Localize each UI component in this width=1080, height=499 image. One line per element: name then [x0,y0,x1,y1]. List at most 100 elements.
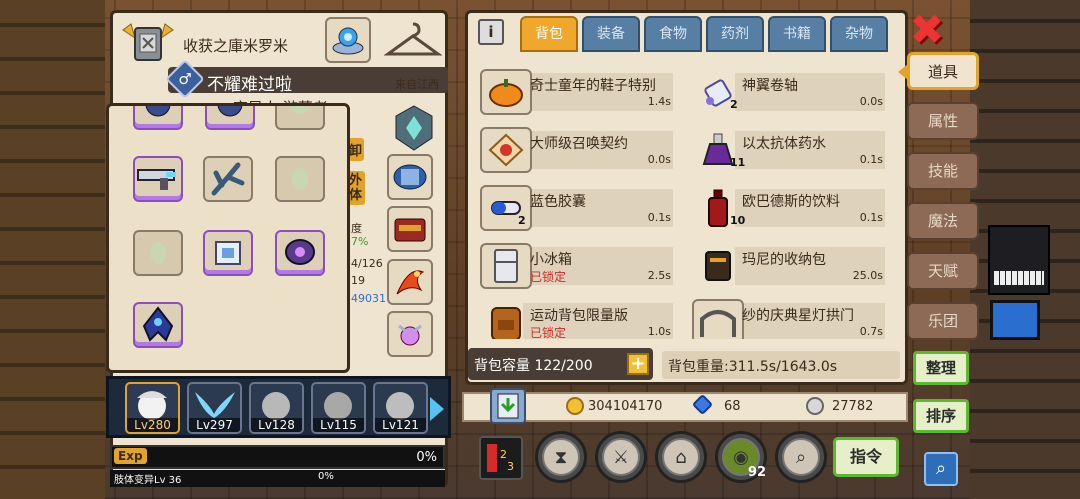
character-card-4[interactable]: Lv115 [311,382,366,434]
silver-amount: 27782 [832,399,874,414]
tab-bag[interactable]: 背包 [520,16,578,52]
diamond-amount: 68 [724,399,741,414]
exp-bar: Exp 0% [110,445,445,469]
item-time: 0.0s [647,153,671,166]
item-slot[interactable]: 11 以太抗体药水 0.1s [680,123,886,173]
backpack-slot[interactable] [387,206,433,252]
character-level: Lv121 [375,418,426,432]
gourd-bag-count: 92 [748,465,767,480]
bag-weight-label: 背包重量:311.5s/1643.0s [668,359,838,375]
item-name: 奇士童年的鞋子特别 [530,78,656,94]
phoenix-slot[interactable] [387,259,433,305]
item-name: 蓝色胶囊 [530,194,586,210]
next-character-arrow-icon[interactable] [430,397,444,421]
star-arch-icon [692,299,744,339]
item-locked-label: 已锁定 [530,270,567,284]
character-selector: Lv280 Lv297 Lv128 Lv115 Lv121 [106,376,451,438]
partial-stat-5: 49031 [351,292,386,305]
empty-slot-1[interactable] [275,156,325,202]
tab-equipment[interactable]: 装备 [582,16,640,52]
expand-bag-button[interactable]: + [627,353,649,375]
item-time: 1.0s [647,325,671,338]
tab-potions[interactable]: 药剂 [706,16,764,52]
fairy-pet-slot[interactable] [387,311,433,357]
item-slot[interactable]: 运动背包限量版 已锁定 1.0s [468,295,674,339]
armor-slot[interactable] [387,154,433,200]
search-magnifier-button[interactable]: ⌕ [775,431,827,483]
bag-capacity: 背包容量 122/200 + [468,348,653,380]
item-count: 10 [730,214,746,227]
pumpkin-shoes-icon [480,69,532,115]
tab-misc[interactable]: 杂物 [830,16,888,52]
blue-claw-slot[interactable] [133,302,183,348]
branch-slot[interactable] [203,156,253,202]
search-icon[interactable]: ⌕ [924,452,958,486]
item-name: 神翼卷轴 [742,78,798,94]
item-slot[interactable]: 10 欧巴德斯的饮料 0.1s [680,181,886,231]
summon-contract-icon [480,127,532,173]
organize-button[interactable]: 整理 [913,351,969,385]
item-slot[interactable]: 2 蓝色胶囊 0.1s [468,181,674,231]
gear-slot-3[interactable] [275,106,325,130]
character-card-3[interactable]: Lv128 [249,382,304,434]
character-card-1[interactable]: Lv280 [125,382,180,434]
inventory-panel: i 背包 装备 食物 药剂 书籍 杂物 奇士童年的鞋子特别 1.4s 2 神翼卷… [465,10,908,385]
item-slot[interactable]: 玛尼的收纳包 25.0s [680,239,886,289]
item-name: 小冰箱 [530,252,572,268]
portal-icon[interactable] [325,17,371,63]
shop-icon: ⌂ [662,438,700,476]
side-tab-band[interactable]: 乐团 [907,302,979,340]
side-tab-talent[interactable]: 天赋 [907,252,979,290]
shop-button[interactable]: ⌂ [655,431,707,483]
storage-deposit-icon[interactable] [490,388,526,424]
close-icon[interactable]: ✖ [908,9,946,51]
command-button[interactable]: 指令 [833,437,899,477]
info-button[interactable]: i [478,19,504,45]
character-level: Lv280 [127,418,178,432]
gun-slot[interactable] [133,156,183,202]
exp-tag: Exp [114,448,147,464]
character-level: Lv115 [313,418,364,432]
gear-slot-2[interactable] [205,106,255,130]
bag-weight: 背包重量:311.5s/1643.0s [662,351,900,379]
item-name: 纱的庆典星灯拱门 [742,308,854,324]
item-time: 0.1s [647,211,671,224]
tab-books[interactable]: 书籍 [768,16,826,52]
purple-gear-slot[interactable] [275,230,325,276]
item-slot[interactable]: 大师级召唤契约 0.0s [468,123,674,173]
side-tab-magic[interactable]: 魔法 [907,202,979,240]
sort-button[interactable]: 排序 [913,399,969,433]
side-tab-attributes[interactable]: 属性 [907,102,979,140]
mini-fridge-icon [480,243,532,289]
item-time: 0.1s [859,211,883,224]
character-card-2[interactable]: Lv297 [187,382,242,434]
chip-slot[interactable] [203,230,253,276]
character-card-5[interactable]: Lv121 [373,382,428,434]
silver-coin-icon [806,397,824,415]
item-count: 11 [730,156,746,169]
tab-food[interactable]: 食物 [644,16,702,52]
crystal-shield-icon[interactable] [389,103,439,153]
character-level: Lv128 [251,418,302,432]
item-slot[interactable]: 纱的庆典星灯拱门 0.7s [680,295,886,339]
item-slot[interactable]: 奇士童年的鞋子特别 1.4s [468,65,674,115]
guild-emblem-icon[interactable] [121,18,175,70]
item-name: 运动背包限量版 [530,308,628,324]
equipment-popup [106,103,350,373]
sword-emblem-button[interactable]: ⚔ [595,431,647,483]
side-tab-items[interactable]: 道具 [907,52,979,90]
partial-stat-3: 4/126 [351,257,383,270]
item-time: 25.0s [852,269,883,282]
gold-coin-icon [566,397,584,415]
item-count: 2 [730,98,738,111]
gear-slot-1[interactable] [133,106,183,130]
skill-exp-bar: 肢体变异Lv 36 0% [110,470,445,487]
item-slot[interactable]: 2 神翼卷轴 0.0s [680,65,886,115]
item-name: 玛尼的收纳包 [742,252,826,268]
hourglass-button[interactable]: ⧗ [535,431,587,483]
number-sort-button[interactable]: 23 [479,436,523,480]
item-slot[interactable]: 小冰箱 已锁定 2.5s [468,239,674,289]
empty-slot-2[interactable] [133,230,183,276]
side-tab-skills[interactable]: 技能 [907,152,979,190]
wardrobe-hanger-icon[interactable] [383,17,443,63]
